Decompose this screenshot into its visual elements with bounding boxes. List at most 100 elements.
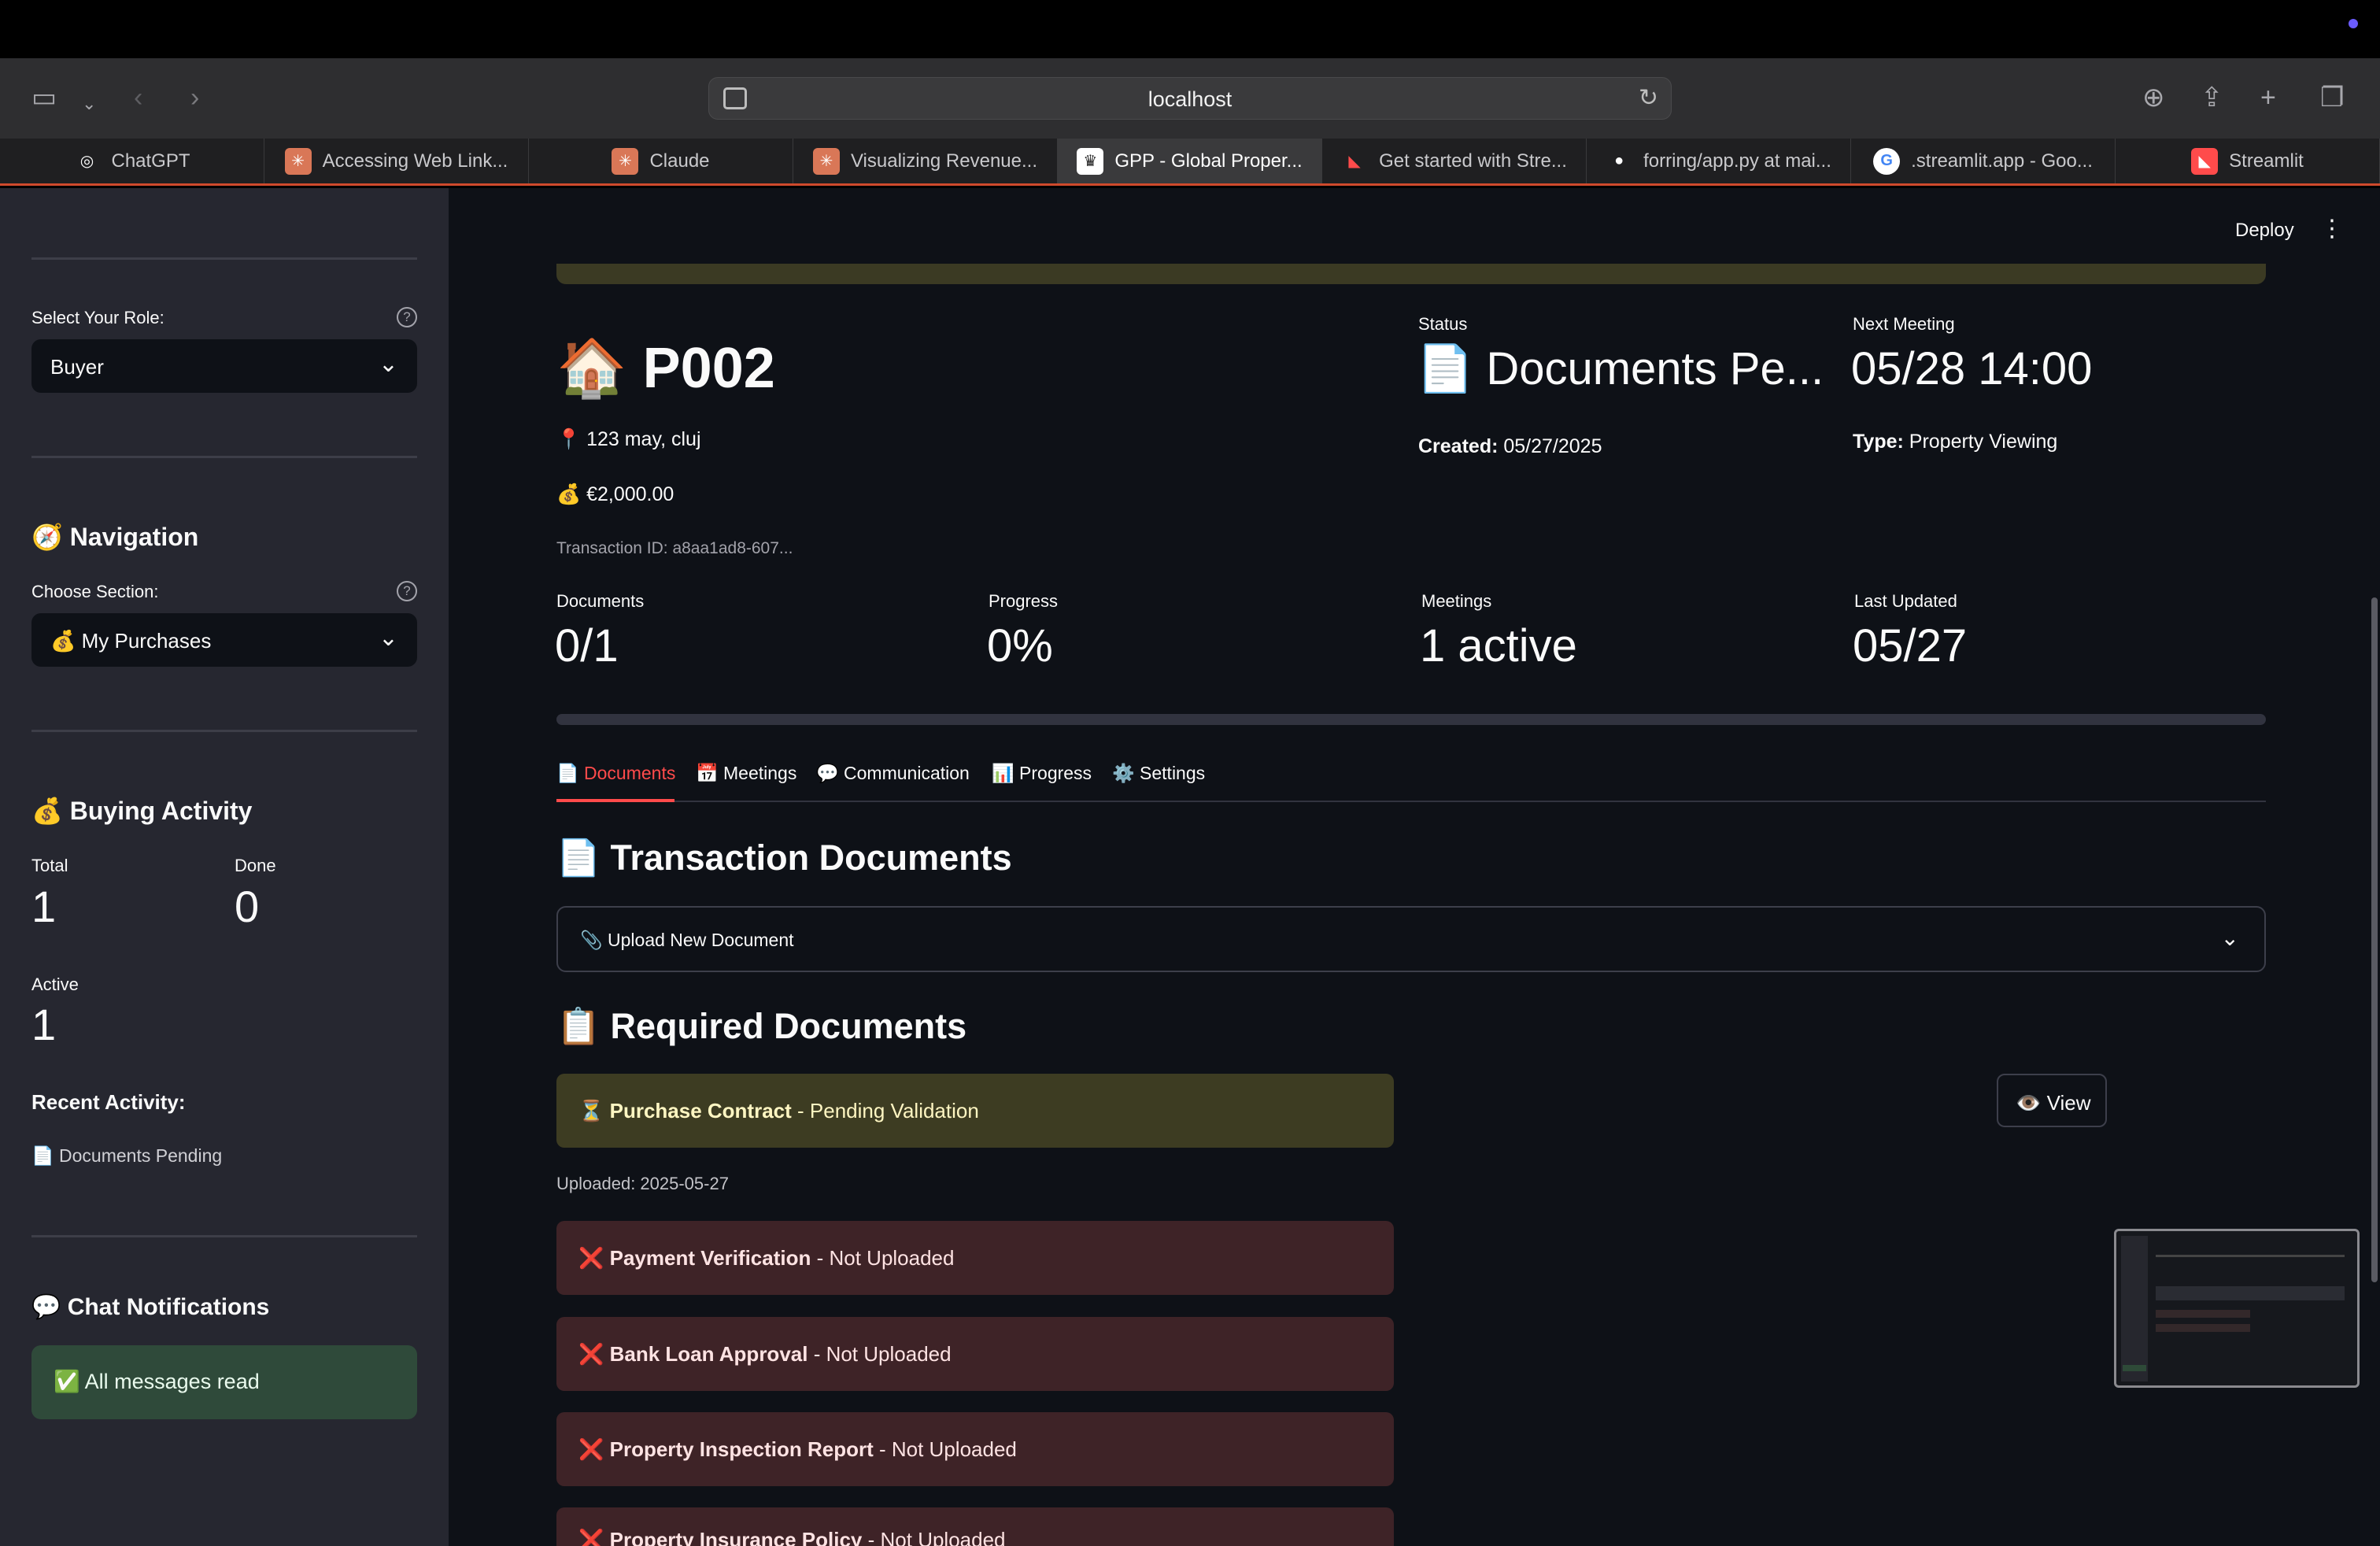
meeting-type: Type: Property Viewing	[1853, 431, 2057, 453]
created-date: Created: 05/27/2025	[1418, 435, 1602, 458]
document-name: Purchase Contract	[609, 1099, 792, 1123]
browser-tab[interactable]: G .streamlit.app - Goo...	[1851, 139, 2116, 183]
document-item-bank-loan-approval: ❌ Bank Loan Approval - Not Uploaded	[556, 1317, 1394, 1391]
download-icon[interactable]: ⊕	[2142, 82, 2165, 113]
divider	[31, 257, 417, 260]
main-content: Deploy ⋮ 🏠 P002 📍 123 may, cluj 💰 €2,000…	[449, 188, 2380, 1546]
chevron-down-icon: ⌄	[2220, 926, 2239, 950]
chat-notifications-heading: 💬 Chat Notifications	[31, 1294, 270, 1320]
reload-icon[interactable]: ↻	[1639, 84, 1658, 112]
chatgpt-icon: ◎	[79, 153, 94, 170]
type-key: Type:	[1853, 431, 1904, 453]
section-tabs: 📄 Documents 📅 Meetings 💬 Communication 📊…	[556, 755, 2266, 802]
tab-label: GPP - Global Proper...	[1114, 150, 1303, 172]
document-item-text: ❌ Payment Verification - Not Uploaded	[578, 1246, 954, 1270]
divider	[31, 730, 417, 732]
property-address: 📍 123 may, cluj	[556, 428, 701, 450]
browser-tab[interactable]: ✳ Claude	[529, 139, 793, 183]
view-document-button[interactable]: 👁️ View	[1997, 1074, 2107, 1127]
chat-status-alert: ✅ All messages read	[31, 1345, 417, 1419]
chevron-down-icon[interactable]: ⌄	[82, 88, 96, 120]
cross-icon: ❌	[578, 1342, 604, 1366]
sidebar-toggle-icon[interactable]: ▭	[31, 82, 57, 113]
browser-tab[interactable]: ● forring/app.py at mai...	[1587, 139, 1851, 183]
new-tab-icon[interactable]: +	[2260, 82, 2276, 113]
section-label: Choose Section:	[31, 582, 159, 601]
document-status: - Not Uploaded	[811, 1246, 955, 1270]
view-button-label: 👁️ View	[2016, 1091, 2091, 1115]
metric-value: 1	[31, 882, 57, 931]
created-value: 05/27/2025	[1498, 435, 1602, 457]
documents-metric-label: Documents	[556, 591, 645, 611]
document-item-property-inspection: ❌ Property Inspection Report - Not Uploa…	[556, 1412, 1394, 1486]
tab-label: Accessing Web Link...	[322, 150, 508, 172]
cross-icon: ❌	[578, 1437, 604, 1461]
browser-tab[interactable]: ◣ Get started with Stre...	[1322, 139, 1587, 183]
document-item-text: ⏳ Purchase Contract - Pending Validation	[578, 1099, 979, 1123]
share-icon[interactable]: ⇪	[2201, 82, 2223, 113]
divider	[31, 1235, 417, 1237]
metric-value: 0	[235, 882, 260, 931]
browser-tab[interactable]: ◣ Streamlit	[2116, 139, 2380, 183]
metric-value: 1	[31, 1000, 57, 1049]
chevron-down-icon: ⌄	[378, 351, 398, 377]
system-menubar	[0, 0, 2380, 58]
status-dot	[2349, 19, 2358, 28]
created-key: Created:	[1418, 435, 1499, 457]
status-value: 📄 Documents Pe...	[1417, 343, 1824, 394]
metric-label: Done	[235, 856, 276, 875]
document-item-property-insurance: ❌ Property Insurance Policy - Not Upload…	[556, 1507, 1394, 1546]
tab-label: Get started with Stre...	[1379, 150, 1567, 172]
url-text: localhost	[1148, 87, 1232, 111]
active-tab-indicator	[556, 799, 674, 802]
browser-tab-active[interactable]: ♛ GPP - Global Proper...	[1058, 139, 1322, 183]
address-bar[interactable]: localhost ↻	[708, 77, 1672, 120]
browser-tab[interactable]: ✳ Accessing Web Link...	[264, 139, 529, 183]
document-item-text: ❌ Property Insurance Policy - Not Upload…	[578, 1528, 1006, 1546]
upload-document-expander[interactable]: 📎 Upload New Document ⌄	[556, 906, 2266, 972]
github-icon: ●	[1614, 152, 1624, 169]
tab-overview-icon[interactable]: ❐	[2320, 82, 2344, 113]
tab-label: Streamlit	[2229, 150, 2304, 172]
cross-icon: ❌	[578, 1246, 604, 1270]
scrollbar[interactable]	[2371, 597, 2378, 1282]
chat-status-text: ✅ All messages read	[54, 1370, 260, 1393]
help-icon[interactable]: ?	[397, 581, 417, 601]
metric-label: Active	[31, 975, 79, 994]
tab-settings[interactable]: ⚙️ Settings	[1112, 763, 1205, 784]
type-value: Property Viewing	[1903, 431, 2058, 453]
screenshot-thumbnail[interactable]	[2114, 1229, 2360, 1388]
documents-metric-value: 0/1	[555, 620, 619, 671]
tab-meetings[interactable]: 📅 Meetings	[696, 763, 796, 784]
meetings-metric-value: 1 active	[1420, 620, 1577, 671]
tab-documents[interactable]: 📄 Documents	[556, 763, 675, 784]
section-select-value: 💰 My Purchases	[50, 629, 212, 653]
back-icon[interactable]: ‹	[134, 82, 142, 113]
last-updated-value: 05/27	[1853, 620, 1968, 671]
last-updated-label: Last Updated	[1854, 591, 1957, 611]
browser-tab[interactable]: ✳ Visualizing Revenue...	[793, 139, 1058, 183]
help-icon[interactable]: ?	[397, 307, 417, 327]
document-name: Payment Verification	[609, 1246, 811, 1270]
claude-icon: ✳	[612, 147, 639, 175]
claude-icon: ✳	[284, 147, 312, 175]
progress-metric-value: 0%	[987, 620, 1053, 671]
streamlit-icon: ◣	[1348, 153, 1361, 170]
required-documents-heading: 📋 Required Documents	[556, 1006, 967, 1046]
forward-icon[interactable]: ›	[190, 82, 199, 113]
transaction-id: Transaction ID: a8aa1ad8-607...	[556, 539, 793, 557]
more-menu-icon[interactable]: ⋮	[2320, 215, 2344, 242]
uploaded-date: Uploaded: 2025-05-27	[556, 1174, 729, 1193]
deploy-button[interactable]: Deploy	[2235, 220, 2294, 242]
recent-activity-item: 📄 Documents Pending	[31, 1145, 223, 1166]
info-banner	[556, 264, 2266, 284]
browser-tab[interactable]: ◎ ChatGPT	[0, 139, 264, 183]
tab-communication[interactable]: 💬 Communication	[816, 763, 970, 784]
document-status: - Not Uploaded	[862, 1528, 1006, 1546]
metric-label: Total	[31, 856, 68, 875]
tab-progress[interactable]: 📊 Progress	[992, 763, 1092, 784]
role-select[interactable]: Buyer ⌄	[31, 339, 417, 393]
document-name: Property Inspection Report	[609, 1437, 874, 1461]
google-icon: G	[1873, 147, 1901, 175]
section-select[interactable]: 💰 My Purchases ⌄	[31, 613, 417, 667]
